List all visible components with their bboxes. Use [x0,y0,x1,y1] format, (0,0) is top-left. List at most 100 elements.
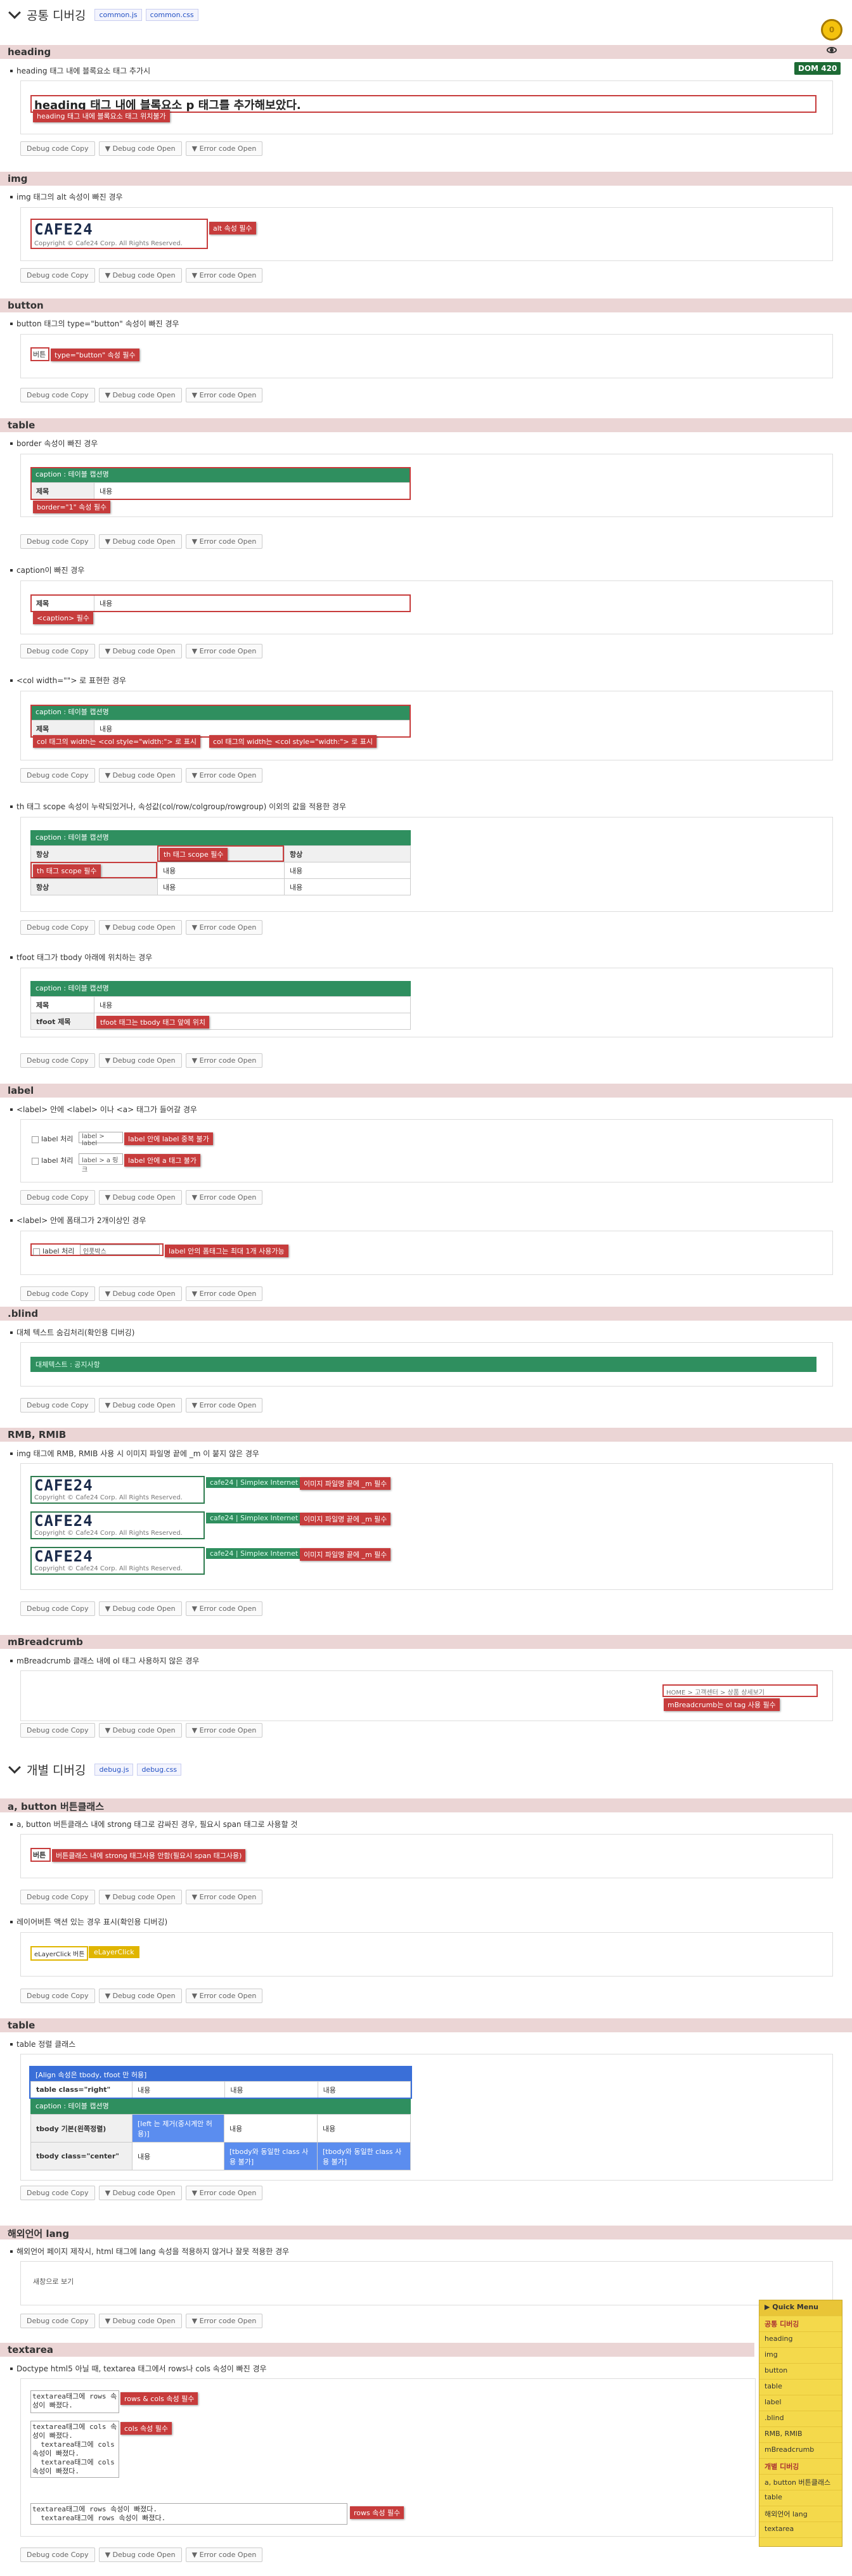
error-open-button[interactable]: ▼ Error code Open [185,1989,263,2003]
debug-copy-button[interactable]: Debug code Copy [20,2186,95,2200]
quick-menu-item[interactable]: img [759,2348,842,2364]
debug-open-button[interactable]: ▼ Debug code Open [98,2547,182,2562]
new-window-link[interactable]: 새창으로 보기 [33,2276,74,2286]
error-open-button[interactable]: ▼ Error code Open [185,1190,263,1205]
label-text: label 처리 [42,1247,75,1255]
debug-copy-button[interactable]: Debug code Copy [20,2547,95,2562]
table-td: 내용 [224,2114,318,2143]
quick-menu-item[interactable]: textarea [759,2522,842,2538]
debug-open-button[interactable]: ▼ Debug code Open [98,1053,182,1068]
error-open-button[interactable]: ▼ Error code Open [185,2186,263,2200]
debug-open-button[interactable]: ▼ Debug code Open [98,534,182,549]
debug-copy-button[interactable]: Debug code Copy [20,768,95,783]
error-open-button[interactable]: ▼ Error code Open [185,920,263,935]
debug-open-button[interactable]: ▼ Debug code Open [98,2314,182,2328]
error-open-button[interactable]: ▼ Error code Open [185,2314,263,2328]
debug-open-button[interactable]: ▼ Debug code Open [98,920,182,935]
group-header-individual[interactable]: 개별 디버깅 debug.js debug.css [8,1760,182,1779]
label-row[interactable]: label 처리 [32,1134,73,1144]
debug-copy-button[interactable]: Debug code Copy [20,1601,95,1616]
debug-buttons: Debug code Copy ▼ Debug code Open ▼ Erro… [20,768,263,783]
error-label: heading 태그 내에 블록요소 태그 위치불가 [33,110,170,122]
breadcrumb[interactable]: HOME > 고객센터 > 상품 상세보기 [662,1684,818,1697]
error-open-button[interactable]: ▼ Error code Open [185,1723,263,1738]
nested-link[interactable]: label > a 링크 [79,1153,123,1174]
demo-button[interactable]: 버튼 [33,1850,46,1860]
checkbox[interactable] [33,1248,40,1255]
debug-open-button[interactable]: ▼ Debug code Open [98,768,182,783]
debug-open-button[interactable]: ▼ Debug code Open [98,1601,182,1616]
debug-copy-button[interactable]: Debug code Copy [20,1286,95,1301]
debug-open-button[interactable]: ▼ Debug code Open [98,141,182,156]
error-open-button[interactable]: ▼ Error code Open [185,2547,263,2562]
tag-debug-css[interactable]: debug.css [137,1763,182,1776]
error-open-button[interactable]: ▼ Error code Open [185,1053,263,1068]
checkbox[interactable] [32,1157,39,1165]
debug-copy-button[interactable]: Debug code Copy [20,1053,95,1068]
quick-toggle-button[interactable]: 0 [821,19,842,41]
debug-copy-button[interactable]: Debug code Copy [20,1890,95,1904]
error-open-button[interactable]: ▼ Error code Open [185,388,263,402]
eye-icon[interactable] [827,47,837,53]
error-open-button[interactable]: ▼ Error code Open [185,1890,263,1904]
debug-open-button[interactable]: ▼ Debug code Open [98,644,182,658]
textarea-3[interactable]: textarea태그에 rows 속성이 빠졌다. textarea태그에 ro… [30,2503,347,2525]
debug-copy-button[interactable]: Debug code Copy [20,920,95,935]
quick-menu-item[interactable]: table [759,2380,842,2395]
debug-copy-button[interactable]: Debug code Copy [20,268,95,283]
quick-menu-group[interactable]: 개별 디버깅 [759,2459,842,2475]
error-open-button[interactable]: ▼ Error code Open [185,644,263,658]
textarea-2[interactable]: textarea태그에 cols 속성이 빠졌다. textarea태그에 co… [30,2421,119,2478]
quick-menu-item[interactable]: a, button 버튼클래스 [759,2475,842,2490]
debug-open-button[interactable]: ▼ Debug code Open [98,388,182,402]
debug-copy-button[interactable]: Debug code Copy [20,644,95,658]
label-row[interactable]: label 처리 [32,1155,73,1165]
error-open-button[interactable]: ▼ Error code Open [185,1398,263,1413]
tag-common-css[interactable]: common.css [145,8,198,21]
error-open-button[interactable]: ▼ Error code Open [185,1601,263,1616]
quick-menu-item[interactable]: .blind [759,2411,842,2427]
debug-copy-button[interactable]: Debug code Copy [20,388,95,402]
tag-common-js[interactable]: common.js [94,8,142,21]
error-open-button[interactable]: ▼ Error code Open [185,1286,263,1301]
tag-debug-js[interactable]: debug.js [94,1763,134,1776]
error-open-button[interactable]: ▼ Error code Open [185,268,263,283]
demo-button[interactable]: 버튼 [33,349,46,359]
section-blind-title: .blind [0,1307,852,1321]
quick-menu-item[interactable]: 해외언어 lang [759,2506,842,2522]
debug-open-button[interactable]: ▼ Debug code Open [98,1723,182,1738]
debug-copy-button[interactable]: Debug code Copy [20,141,95,156]
quick-menu-group[interactable]: 공통 디버깅 [759,2316,842,2332]
debug-open-button[interactable]: ▼ Debug code Open [98,1286,182,1301]
section-sub: border 속성이 빠진 경우 [10,438,98,449]
error-open-button[interactable]: ▼ Error code Open [185,534,263,549]
label-row[interactable]: label 처리 [33,1246,74,1256]
debug-copy-button[interactable]: Debug code Copy [20,1398,95,1413]
textarea-1[interactable]: textarea태그에 rows 속성이 빠졌다. [30,2390,119,2413]
quick-menu-item[interactable]: label [759,2395,842,2411]
debug-copy-button[interactable]: Debug code Copy [20,1190,95,1205]
text-input[interactable]: 인풋박스 [80,1245,160,1255]
checkbox[interactable] [32,1136,39,1143]
debug-copy-button[interactable]: Debug code Copy [20,1989,95,2003]
debug-open-button[interactable]: ▼ Debug code Open [98,2186,182,2200]
debug-open-button[interactable]: ▼ Debug code Open [98,1190,182,1205]
layer-button[interactable]: eLayerClick 버튼 [30,1946,89,1961]
debug-copy-button[interactable]: Debug code Copy [20,1723,95,1738]
error-open-button[interactable]: ▼ Error code Open [185,141,263,156]
quick-menu-item[interactable]: RMB, RMIB [759,2427,842,2443]
quick-menu-title[interactable]: ▶ Quick Menu [759,2300,842,2316]
debug-copy-button[interactable]: Debug code Copy [20,2314,95,2328]
error-open-button[interactable]: ▼ Error code Open [185,768,263,783]
error-label: label 안의 폼태그는 최대 1개 사용가능 [165,1245,288,1257]
debug-open-button[interactable]: ▼ Debug code Open [98,1989,182,2003]
group-header-common[interactable]: 공통 디버깅 common.js common.css [8,5,198,24]
debug-copy-button[interactable]: Debug code Copy [20,534,95,549]
debug-open-button[interactable]: ▼ Debug code Open [98,1890,182,1904]
quick-menu-item[interactable]: mBreadcrumb [759,2443,842,2459]
debug-open-button[interactable]: ▼ Debug code Open [98,1398,182,1413]
quick-menu-item[interactable]: button [759,2364,842,2380]
quick-menu-item[interactable]: heading [759,2332,842,2348]
quick-menu-item[interactable]: table [759,2490,842,2506]
debug-open-button[interactable]: ▼ Debug code Open [98,268,182,283]
